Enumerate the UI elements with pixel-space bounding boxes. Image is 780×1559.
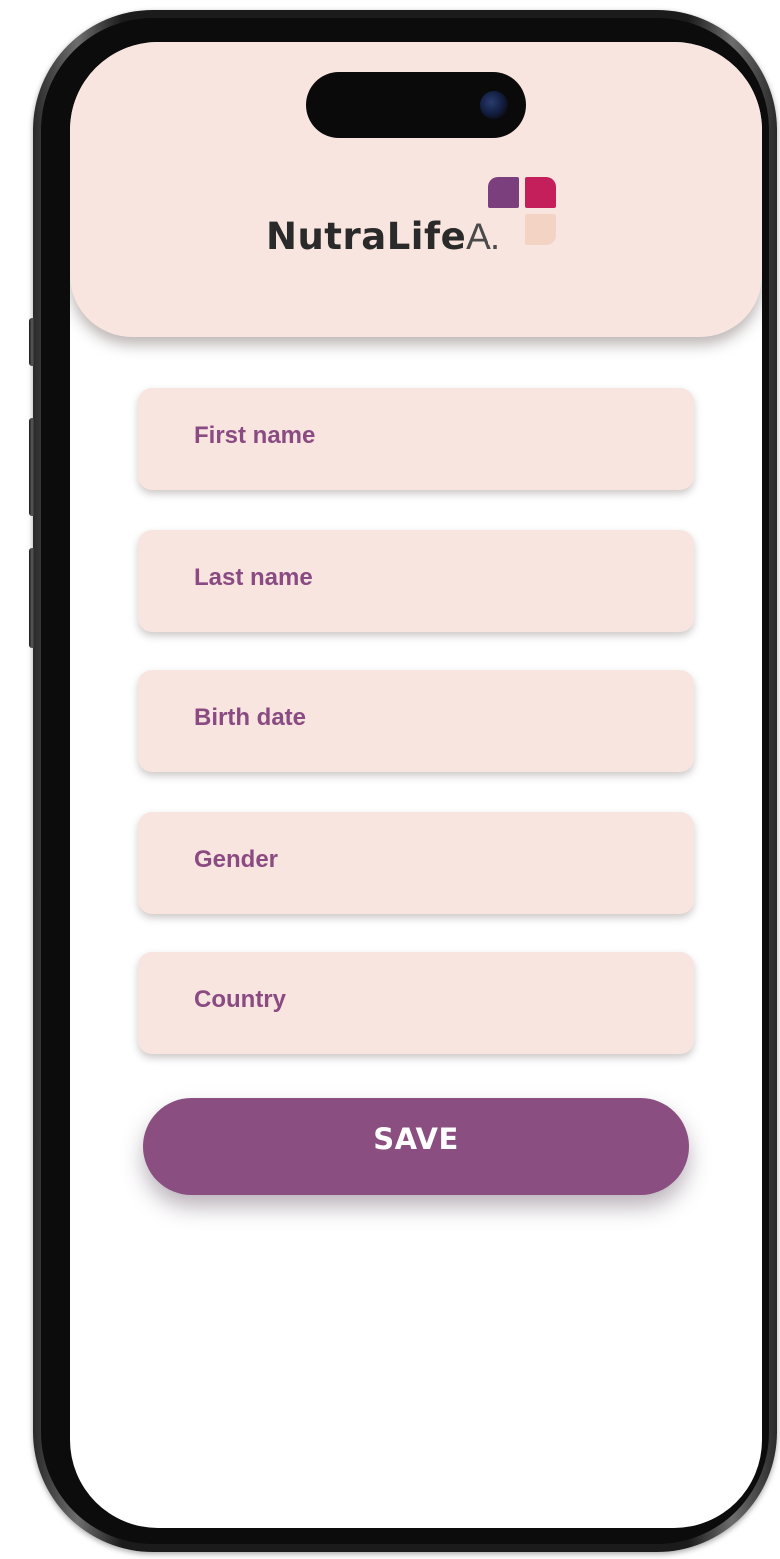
app-logo: NutraLifeAI xyxy=(266,177,586,258)
app-screen: NutraLifeAI First name Last name Birth d… xyxy=(70,42,762,1528)
volume-down-button xyxy=(29,548,35,648)
last-name-field[interactable]: Last name xyxy=(138,530,694,632)
birth-date-placeholder: Birth date xyxy=(194,704,307,731)
birth-date-field[interactable]: Birth date xyxy=(138,670,694,772)
logo-square-light xyxy=(488,214,519,245)
save-button-label: SAVE xyxy=(373,1121,459,1156)
front-camera-icon xyxy=(480,91,508,119)
logo-square-purple xyxy=(488,177,519,208)
country-field[interactable]: Country xyxy=(138,952,694,1054)
action-button xyxy=(29,318,35,366)
logo-wordmark: NutraLifeAI xyxy=(266,215,500,258)
logo-square-magenta xyxy=(525,177,556,208)
first-name-field[interactable]: First name xyxy=(138,388,694,490)
first-name-placeholder: First name xyxy=(194,422,316,449)
logo-squares-icon xyxy=(488,177,564,253)
logo-name: NutraLife xyxy=(266,215,467,258)
country-placeholder: Country xyxy=(194,986,286,1013)
app-header: NutraLifeAI xyxy=(70,42,762,337)
dynamic-island xyxy=(306,72,526,138)
gender-field[interactable]: Gender xyxy=(138,812,694,914)
logo-square-peach xyxy=(525,214,556,245)
gender-placeholder: Gender xyxy=(194,846,279,873)
volume-up-button xyxy=(29,418,35,516)
last-name-placeholder: Last name xyxy=(194,564,313,591)
save-button[interactable]: SAVE xyxy=(143,1098,689,1195)
